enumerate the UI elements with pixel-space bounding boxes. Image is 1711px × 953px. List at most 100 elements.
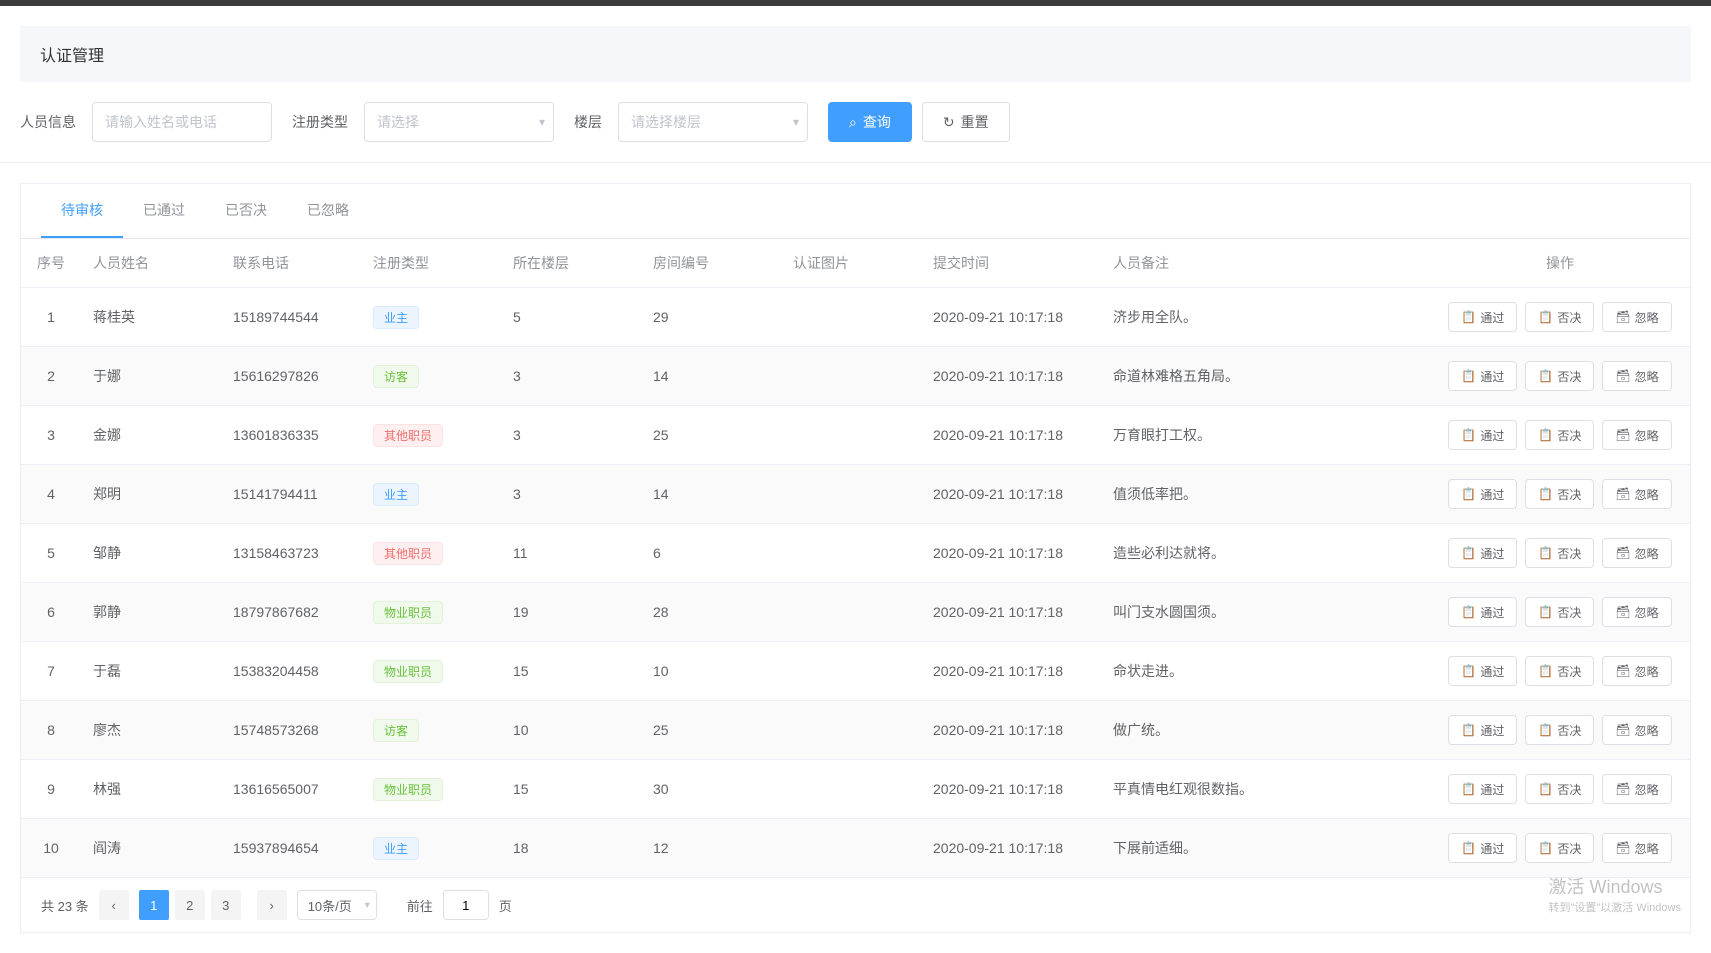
reset-button[interactable]: ↻ 重置 (922, 102, 1010, 142)
approve-button[interactable]: 📋通过 (1448, 774, 1517, 804)
page-size-label: 10条/页 (308, 896, 352, 915)
cell-room: 14 (641, 465, 781, 524)
approve-button[interactable]: 📋通过 (1448, 597, 1517, 627)
cell-image (781, 465, 921, 524)
reset-button-label: 重置 (961, 112, 989, 132)
table-header-row: 序号人员姓名联系电话注册类型所在楼层房间编号认证图片提交时间人员备注操作 (21, 239, 1690, 288)
person-info-input[interactable] (92, 102, 272, 142)
cell-room: 29 (641, 288, 781, 347)
tab-待审核[interactable]: 待审核 (41, 184, 123, 238)
reject-button[interactable]: 📋否决 (1525, 774, 1594, 804)
approve-button[interactable]: 📋通过 (1448, 302, 1517, 332)
ignore-button[interactable]: 🗃忽略 (1602, 774, 1671, 804)
search-icon: ⌕ (849, 114, 857, 131)
cell-remark: 做广统。 (1101, 701, 1430, 760)
type-tag: 物业职员 (373, 660, 443, 683)
clipboard-icon: 📋 (1538, 723, 1553, 737)
reject-button[interactable]: 📋否决 (1525, 715, 1594, 745)
ignore-button[interactable]: 🗃忽略 (1602, 302, 1671, 332)
column-header: 注册类型 (361, 239, 501, 288)
clipboard-icon: 📋 (1538, 546, 1553, 560)
reject-button[interactable]: 📋否决 (1525, 302, 1594, 332)
approve-button[interactable]: 📋通过 (1448, 420, 1517, 450)
reject-button[interactable]: 📋否决 (1525, 361, 1594, 391)
approve-button[interactable]: 📋通过 (1448, 361, 1517, 391)
cell-time: 2020-09-21 10:17:18 (921, 524, 1101, 583)
reject-button[interactable]: 📋否决 (1525, 833, 1594, 863)
ignore-button[interactable]: 🗃忽略 (1602, 833, 1671, 863)
cell-image (781, 347, 921, 406)
approve-button[interactable]: 📋通过 (1448, 833, 1517, 863)
tab-已忽略[interactable]: 已忽略 (287, 184, 369, 238)
cell-room: 10 (641, 642, 781, 701)
type-tag: 业主 (373, 837, 419, 860)
archive-icon: 🗃 (1615, 782, 1630, 796)
page-number-button[interactable]: 2 (175, 890, 205, 920)
ignore-button[interactable]: 🗃忽略 (1602, 715, 1671, 745)
approve-button[interactable]: 📋通过 (1448, 479, 1517, 509)
reject-button[interactable]: 📋否决 (1525, 597, 1594, 627)
cell-remark: 值须低率把。 (1101, 465, 1430, 524)
register-type-placeholder: 请选择 (377, 112, 419, 132)
tab-已否决[interactable]: 已否决 (205, 184, 287, 238)
cell-name: 于磊 (81, 642, 221, 701)
archive-icon: 🗃 (1615, 369, 1630, 383)
search-button[interactable]: ⌕ 查询 (828, 102, 912, 142)
cell-time: 2020-09-21 10:17:18 (921, 406, 1101, 465)
goto-page-input[interactable] (443, 890, 489, 920)
cell-time: 2020-09-21 10:17:18 (921, 288, 1101, 347)
cell-time: 2020-09-21 10:17:18 (921, 465, 1101, 524)
ignore-button[interactable]: 🗃忽略 (1602, 656, 1671, 686)
cell-name: 金娜 (81, 406, 221, 465)
register-type-select[interactable]: 请选择 ▾ (364, 102, 554, 142)
cell-remark: 下展前适细。 (1101, 819, 1430, 878)
refresh-icon: ↻ (943, 114, 955, 131)
reject-button[interactable]: 📋否决 (1525, 656, 1594, 686)
chevron-down-icon: ▾ (539, 115, 545, 129)
page-size-select[interactable]: 10条/页 ▾ (297, 890, 377, 920)
cell-image (781, 288, 921, 347)
reject-button[interactable]: 📋否决 (1525, 538, 1594, 568)
cell-image (781, 760, 921, 819)
cell-index: 9 (21, 760, 81, 819)
approve-button[interactable]: 📋通过 (1448, 656, 1517, 686)
ignore-button[interactable]: 🗃忽略 (1602, 361, 1671, 391)
pagination: 共 23 条 ‹ 123 › 10条/页 ▾ 前往 页 (21, 878, 1690, 932)
ignore-button[interactable]: 🗃忽略 (1602, 597, 1671, 627)
approve-button[interactable]: 📋通过 (1448, 715, 1517, 745)
page-number-button[interactable]: 1 (139, 890, 169, 920)
ignore-button[interactable]: 🗃忽略 (1602, 479, 1671, 509)
type-tag: 物业职员 (373, 778, 443, 801)
cell-image (781, 583, 921, 642)
approve-button[interactable]: 📋通过 (1448, 538, 1517, 568)
cell-remark: 济步用全队。 (1101, 288, 1430, 347)
cell-phone: 15748573268 (221, 701, 361, 760)
column-header: 认证图片 (781, 239, 921, 288)
page-number-button[interactable]: 3 (211, 890, 241, 920)
cell-remark: 叫门支水圆国须。 (1101, 583, 1430, 642)
floor-placeholder: 请选择楼层 (631, 112, 701, 132)
table-row: 7于磊15383204458物业职员15102020-09-21 10:17:1… (21, 642, 1690, 701)
search-button-label: 查询 (863, 112, 891, 132)
cell-floor: 3 (501, 406, 641, 465)
column-header: 序号 (21, 239, 81, 288)
cell-name: 蒋桂英 (81, 288, 221, 347)
column-header: 房间编号 (641, 239, 781, 288)
ignore-button[interactable]: 🗃忽略 (1602, 538, 1671, 568)
type-tag: 访客 (373, 719, 419, 742)
floor-label: 楼层 (574, 112, 602, 132)
reject-button[interactable]: 📋否决 (1525, 479, 1594, 509)
cell-image (781, 642, 921, 701)
next-page-button[interactable]: › (257, 890, 287, 920)
clipboard-icon: 📋 (1461, 310, 1476, 324)
cell-type: 物业职员 (361, 642, 501, 701)
cell-phone: 13601836335 (221, 406, 361, 465)
floor-select[interactable]: 请选择楼层 ▾ (618, 102, 808, 142)
prev-page-button[interactable]: ‹ (99, 890, 129, 920)
tab-已通过[interactable]: 已通过 (123, 184, 205, 238)
cell-index: 7 (21, 642, 81, 701)
reject-button[interactable]: 📋否决 (1525, 420, 1594, 450)
chevron-left-icon: ‹ (112, 898, 116, 913)
cell-name: 廖杰 (81, 701, 221, 760)
ignore-button[interactable]: 🗃忽略 (1602, 420, 1671, 450)
